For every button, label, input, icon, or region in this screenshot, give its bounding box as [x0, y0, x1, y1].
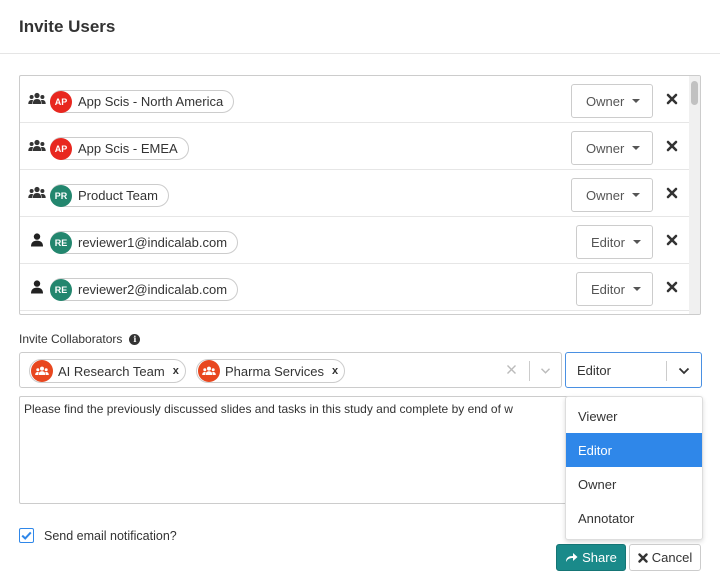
member-chip: RE reviewer2@indicalab.com: [50, 278, 239, 301]
dialog-header: Invite Users: [0, 0, 720, 54]
users-icon: [28, 139, 46, 151]
member-row: RE reviewer2@indicalab.com Editor: [20, 264, 690, 311]
close-icon[interactable]: [665, 186, 679, 200]
caret-down-icon: [632, 146, 641, 150]
member-row: PR Product Team Owner: [20, 170, 690, 217]
separator: [666, 361, 667, 381]
role-dropdown-button[interactable]: Owner: [571, 84, 653, 118]
role-dropdown-button[interactable]: Editor: [576, 225, 653, 259]
member-row: RE reviewer1@indicalab.com Editor: [20, 217, 690, 264]
member-chip: PR Product Team: [50, 184, 169, 207]
group-icon: [31, 360, 53, 382]
cancel-button[interactable]: Cancel: [629, 544, 701, 571]
info-icon[interactable]: i: [129, 333, 141, 345]
avatar: AP: [50, 90, 72, 113]
tag-label: AI Research Team: [58, 363, 165, 379]
caret-down-icon: [632, 99, 641, 103]
group-icon: [198, 360, 220, 382]
separator: [529, 361, 530, 381]
remove-tag-button[interactable]: x: [173, 365, 179, 377]
avatar: PR: [50, 184, 72, 207]
email-notification: Send email notification?: [19, 528, 177, 543]
close-icon[interactable]: [665, 139, 679, 153]
role-dropdown-menu: Viewer Editor Owner Annotator: [565, 396, 703, 540]
checkmark-icon: [21, 531, 32, 540]
dialog-title: Invite Users: [19, 17, 116, 36]
remove-tag-button[interactable]: x: [332, 365, 338, 377]
close-icon[interactable]: [665, 280, 679, 294]
role-option-editor[interactable]: Editor: [566, 433, 702, 467]
selected-tag: AI Research Team x: [29, 359, 186, 383]
member-row: AP App Scis - EMEA Owner: [20, 123, 690, 170]
share-button[interactable]: Share: [556, 544, 626, 571]
role-label: Owner: [586, 140, 625, 156]
role-dropdown-button[interactable]: Owner: [571, 178, 653, 212]
cancel-label: Cancel: [651, 550, 693, 565]
close-icon[interactable]: [665, 233, 679, 247]
role-label: Owner: [586, 93, 625, 109]
user-icon: [31, 280, 43, 294]
role-option-viewer[interactable]: Viewer: [566, 399, 702, 433]
member-chip: AP App Scis - North America: [50, 90, 235, 113]
member-chip: RE reviewer1@indicalab.com: [50, 231, 239, 254]
chevron-down-icon[interactable]: [678, 367, 690, 375]
close-icon: [638, 552, 648, 563]
caret-down-icon: [632, 287, 641, 291]
user-icon: [31, 233, 43, 247]
tag-label: Pharma Services: [225, 363, 324, 379]
users-icon: [28, 186, 46, 198]
member-row: AP App Scis - North America Owner: [20, 76, 690, 123]
caret-down-icon: [632, 193, 641, 197]
role-option-owner[interactable]: Owner: [566, 467, 702, 501]
member-chip: AP App Scis - EMEA: [50, 137, 189, 160]
member-name: reviewer2@indicalab.com: [78, 282, 228, 297]
notify-label: Send email notification?: [44, 528, 177, 543]
notify-checkbox[interactable]: [19, 528, 34, 543]
role-label: Editor: [591, 281, 625, 297]
share-icon: [566, 553, 578, 562]
role-label: Owner: [586, 187, 625, 203]
invite-collaborators-label: Invite Collaborators i: [19, 332, 141, 346]
avatar: AP: [50, 137, 72, 160]
invite-label-text: Invite Collaborators: [19, 332, 123, 346]
role-dropdown-button[interactable]: Owner: [571, 131, 653, 165]
selected-tag: Pharma Services x: [196, 359, 346, 383]
avatar: RE: [50, 231, 72, 254]
member-name: Product Team: [78, 188, 158, 203]
caret-down-icon: [632, 240, 641, 244]
scrollbar[interactable]: [689, 76, 700, 314]
role-label: Editor: [591, 234, 625, 250]
member-name: reviewer1@indicalab.com: [78, 235, 228, 250]
close-icon[interactable]: [665, 92, 679, 106]
role-option-annotator[interactable]: Annotator: [566, 501, 702, 535]
clear-icon[interactable]: [506, 364, 517, 375]
member-name: App Scis - North America: [78, 94, 224, 109]
member-name: App Scis - EMEA: [78, 141, 178, 156]
chevron-down-icon[interactable]: [540, 367, 551, 375]
avatar: RE: [50, 278, 72, 301]
role-select-value: Editor: [577, 363, 611, 378]
share-label: Share: [582, 550, 617, 565]
scrollbar-thumb[interactable]: [691, 81, 698, 105]
role-dropdown-button[interactable]: Editor: [576, 272, 653, 306]
users-icon: [28, 92, 46, 104]
member-list: AP App Scis - North America Owner AP App…: [19, 75, 701, 315]
invite-role-select[interactable]: Editor: [565, 352, 702, 388]
collaborator-select[interactable]: AI Research Team x Pharma Services x: [19, 352, 562, 388]
